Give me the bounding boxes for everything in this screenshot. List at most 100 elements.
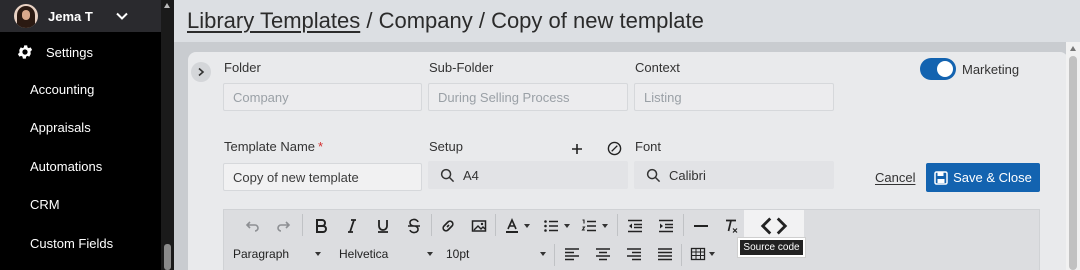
user-menu[interactable]: Jema T <box>0 0 161 32</box>
sidebar-item-appraisals[interactable]: Appraisals <box>0 109 161 148</box>
scroll-up-arrow-icon[interactable] <box>1069 46 1076 51</box>
clear-format-icon <box>726 219 738 233</box>
numbered-list-button[interactable] <box>577 214 611 238</box>
sidebar-item-crm[interactable]: CRM <box>0 186 161 225</box>
align-center-button[interactable] <box>592 242 614 266</box>
align-left-button[interactable] <box>561 242 583 266</box>
toolbar-divider <box>302 214 303 236</box>
bold-button[interactable] <box>310 214 332 238</box>
scroll-up-arrow-icon[interactable] <box>164 3 170 8</box>
underline-button[interactable] <box>372 214 394 238</box>
page-header: Library Templates / Company / Copy of ne… <box>174 0 1080 42</box>
outdent-button[interactable] <box>624 214 646 238</box>
sidebar: Jema T Settings Accounting Appraisals Au… <box>0 0 161 270</box>
setup-value: A4 <box>463 167 479 183</box>
template-name-input[interactable]: Copy of new template <box>223 163 422 191</box>
sidebar-item-automations[interactable]: Automations <box>0 147 161 186</box>
sidebar-item-custom-fields[interactable]: Custom Fields <box>0 224 161 263</box>
chevron-down-icon[interactable] <box>115 9 129 23</box>
expand-panel-button[interactable] <box>191 62 211 82</box>
align-left-icon <box>565 248 579 261</box>
numbered-list-icon <box>580 219 596 232</box>
save-close-button[interactable]: Save & Close <box>926 163 1040 192</box>
sidebar-item-label: Accounting <box>30 81 95 97</box>
image-button[interactable] <box>468 214 490 238</box>
plus-icon <box>572 144 582 154</box>
search-icon <box>440 168 455 182</box>
strikethrough-button[interactable] <box>403 214 425 238</box>
folder-field[interactable]: Company <box>223 83 422 111</box>
toolbar-divider <box>681 244 682 266</box>
code-icon <box>760 217 788 235</box>
save-icon <box>934 170 948 185</box>
sidebar-item-label: CRM <box>30 197 60 213</box>
table-button[interactable] <box>687 242 717 266</box>
sidebar-item-accounting[interactable]: Accounting <box>0 70 161 109</box>
redo-button[interactable] <box>272 214 294 238</box>
text-color-icon <box>506 218 518 233</box>
font-family-value: Helvetica <box>339 247 389 261</box>
bullet-list-icon <box>543 220 558 232</box>
toolbar-divider <box>617 214 618 236</box>
sidebar-item-settings[interactable]: Settings <box>0 34 161 70</box>
add-setup-button[interactable] <box>569 141 585 157</box>
template-form-panel: Folder Company Sub-Folder During Selling… <box>188 52 1068 270</box>
template-name-label-text: Template Name <box>224 139 316 154</box>
sidebar-item-label: Settings <box>46 44 93 60</box>
scrollbar-thumb[interactable] <box>164 244 171 270</box>
font-value: Calibri <box>669 167 706 183</box>
align-justify-icon <box>658 248 672 261</box>
link-icon <box>442 220 454 232</box>
font-size-select[interactable]: 10pt <box>446 242 548 266</box>
undo-button[interactable] <box>242 214 264 238</box>
rich-text-editor: Source code Paragraph Helvetica 10pt <box>223 209 1040 270</box>
breadcrumb: Library Templates / Company / Copy of ne… <box>187 8 704 34</box>
context-field[interactable]: Listing <box>634 83 834 111</box>
outdent-icon <box>628 219 642 233</box>
source-code-hover-bg <box>744 210 804 240</box>
subfolder-field[interactable]: During Selling Process <box>428 83 628 111</box>
align-right-button[interactable] <box>623 242 645 266</box>
strikethrough-icon <box>408 218 420 234</box>
font-label: Font <box>635 139 662 154</box>
subfolder-label: Sub-Folder <box>429 60 494 75</box>
horizontal-rule-button[interactable] <box>690 214 712 238</box>
link-button[interactable] <box>437 214 459 238</box>
context-label: Context <box>635 60 680 75</box>
breadcrumb-current: / Company / Copy of new template <box>360 8 704 33</box>
align-justify-button[interactable] <box>654 242 676 266</box>
toolbar-divider <box>431 214 432 236</box>
chevron-right-icon <box>198 67 205 77</box>
search-icon <box>646 168 661 182</box>
edit-setup-button[interactable] <box>606 140 622 156</box>
font-select[interactable]: Calibri <box>634 161 834 189</box>
text-color-button[interactable] <box>502 214 532 238</box>
italic-button[interactable] <box>341 214 363 238</box>
clear-format-button[interactable] <box>720 214 742 238</box>
template-name-label: Template Name * <box>224 139 323 154</box>
sidebar-scrollbar[interactable] <box>161 0 174 270</box>
setup-select[interactable]: A4 <box>428 161 628 189</box>
sidebar-item-label: Automations <box>30 158 103 174</box>
block-format-select[interactable]: Paragraph <box>233 242 329 266</box>
bold-icon <box>316 219 327 233</box>
scrollbar-thumb[interactable] <box>1069 56 1077 270</box>
toolbar-divider <box>495 214 496 236</box>
image-icon <box>471 220 487 232</box>
marketing-toggle[interactable] <box>920 58 956 80</box>
main-area: Library Templates / Company / Copy of ne… <box>174 0 1080 270</box>
underline-icon <box>378 220 388 233</box>
cancel-link[interactable]: Cancel <box>875 170 915 185</box>
breadcrumb-link-library-templates[interactable]: Library Templates <box>187 8 360 33</box>
toolbar-divider <box>554 244 555 266</box>
sidebar-item-label: Custom Fields <box>30 235 114 251</box>
source-code-button[interactable] <box>759 215 789 237</box>
indent-button[interactable] <box>655 214 677 238</box>
main-scrollbar[interactable] <box>1066 42 1080 270</box>
block-format-value: Paragraph <box>233 247 290 261</box>
align-center-icon <box>596 248 610 261</box>
toolbar-divider <box>683 214 684 236</box>
bullet-list-button[interactable] <box>539 214 573 238</box>
avatar <box>14 4 38 28</box>
font-family-select[interactable]: Helvetica <box>339 242 439 266</box>
